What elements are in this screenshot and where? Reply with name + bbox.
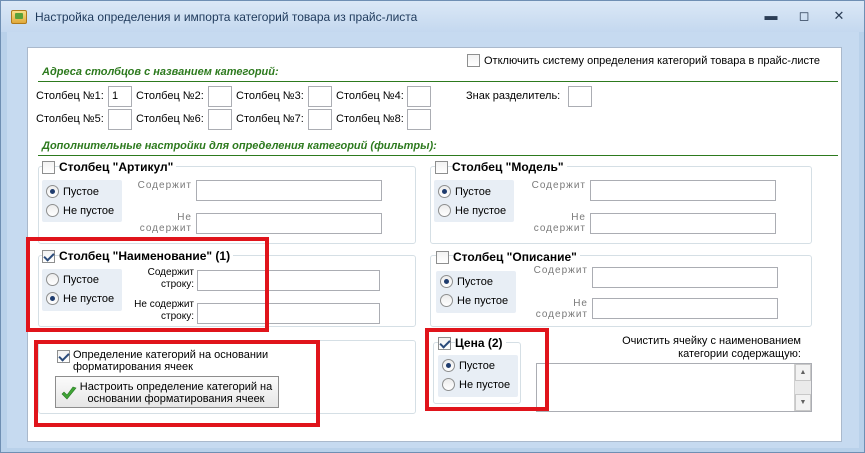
- column-1-label: Столбец №1:: [36, 90, 104, 102]
- description-empty-label: Пустое: [457, 276, 493, 288]
- column-7-input[interactable]: [308, 109, 332, 130]
- formatting-highlight-frame: [34, 340, 320, 427]
- model-not-empty-label: Не пустое: [455, 205, 507, 217]
- description-not-empty-radio[interactable]: [440, 294, 453, 307]
- disable-system-checkbox[interactable]: [467, 54, 480, 67]
- description-contains-label: Содержит: [533, 265, 588, 276]
- column-6-label: Столбец №6:: [136, 113, 204, 125]
- minimize-button[interactable]: ▬: [758, 7, 784, 25]
- settings-window: Настройка определения и импорта категори…: [0, 0, 865, 453]
- model-not-contains-input[interactable]: [590, 213, 776, 234]
- window-client-area: Отключить систему определения категорий …: [7, 32, 859, 448]
- columns-section-title: Адреса столбцов с названием категорий:: [42, 66, 279, 78]
- article-empty-radio[interactable]: [46, 185, 59, 198]
- filters-section-title: Дополнительные настройки для определения…: [42, 140, 437, 152]
- column-5-label: Столбец №5:: [36, 113, 104, 125]
- title-bar[interactable]: Настройка определения и импорта категори…: [1, 1, 864, 32]
- clear-cell-label: Очистить ячейку с наименованием категори…: [568, 335, 801, 361]
- article-contains-label: Содержит: [137, 180, 192, 191]
- article-empty-label: Пустое: [63, 186, 99, 198]
- article-not-empty-radio[interactable]: [46, 204, 59, 217]
- app-icon: [11, 10, 27, 24]
- description-not-contains-input[interactable]: [592, 298, 778, 319]
- column-1-input[interactable]: 1: [108, 86, 132, 107]
- model-column-checkbox[interactable]: [435, 161, 448, 174]
- description-not-contains-label: Не содержит: [535, 298, 588, 320]
- model-empty-label: Пустое: [455, 186, 491, 198]
- separator-label: Знак разделитель:: [466, 90, 561, 102]
- column-6-input[interactable]: [208, 109, 232, 130]
- description-empty-radio[interactable]: [440, 275, 453, 288]
- disable-system-label: Отключить систему определения категорий …: [484, 55, 821, 67]
- column-4-label: Столбец №4:: [336, 90, 404, 102]
- scroll-up-icon[interactable]: ▲: [795, 364, 811, 381]
- clear-cell-label-line2: категории содержащую:: [678, 348, 801, 360]
- model-not-empty-radio[interactable]: [438, 204, 451, 217]
- column-7-label: Столбец №7:: [236, 113, 304, 125]
- column-8-label: Столбец №8:: [336, 113, 404, 125]
- article-not-contains-input[interactable]: [196, 213, 382, 234]
- column-8-input[interactable]: [407, 109, 431, 130]
- article-not-empty-label: Не пустое: [63, 205, 115, 217]
- column-4-input[interactable]: [407, 86, 431, 107]
- description-column-checkbox[interactable]: [436, 251, 449, 264]
- column-3-input[interactable]: [308, 86, 332, 107]
- description-contains-input[interactable]: [592, 267, 778, 288]
- price-highlight-frame: [425, 328, 549, 411]
- article-contains-input[interactable]: [196, 180, 382, 201]
- model-contains-label: Содержит: [531, 180, 586, 191]
- column-3-label: Столбец №3:: [236, 90, 304, 102]
- maximize-button[interactable]: ◻: [791, 7, 817, 25]
- column-5-input[interactable]: [108, 109, 132, 130]
- filters-section-divider: [38, 155, 838, 156]
- model-not-contains-label: Не содержит: [533, 212, 586, 234]
- model-empty-radio[interactable]: [438, 185, 451, 198]
- columns-section-divider: [38, 81, 838, 82]
- model-column-label: Столбец "Модель": [452, 160, 567, 174]
- settings-panel: Отключить систему определения категорий …: [26, 47, 842, 442]
- close-button[interactable]: ✕: [826, 7, 852, 25]
- scroll-down-icon[interactable]: ▼: [795, 394, 811, 411]
- article-column-label: Столбец "Артикул": [59, 160, 177, 174]
- model-contains-input[interactable]: [590, 180, 776, 201]
- window-title: Настройка определения и импорта категори…: [35, 10, 418, 24]
- clear-cell-scrollbar[interactable]: ▲ ▼: [794, 364, 811, 411]
- article-not-contains-label: Не содержит: [139, 212, 192, 234]
- column-2-label: Столбец №2:: [136, 90, 204, 102]
- article-column-checkbox[interactable]: [42, 161, 55, 174]
- description-not-empty-label: Не пустое: [457, 295, 509, 307]
- clear-cell-memo[interactable]: ▲ ▼: [536, 363, 812, 412]
- name-highlight-frame: [26, 237, 269, 332]
- description-column-label: Столбец "Описание": [453, 250, 580, 264]
- separator-input[interactable]: [568, 86, 592, 107]
- column-2-input[interactable]: [208, 86, 232, 107]
- clear-cell-label-line1: Очистить ячейку с наименованием: [622, 335, 801, 347]
